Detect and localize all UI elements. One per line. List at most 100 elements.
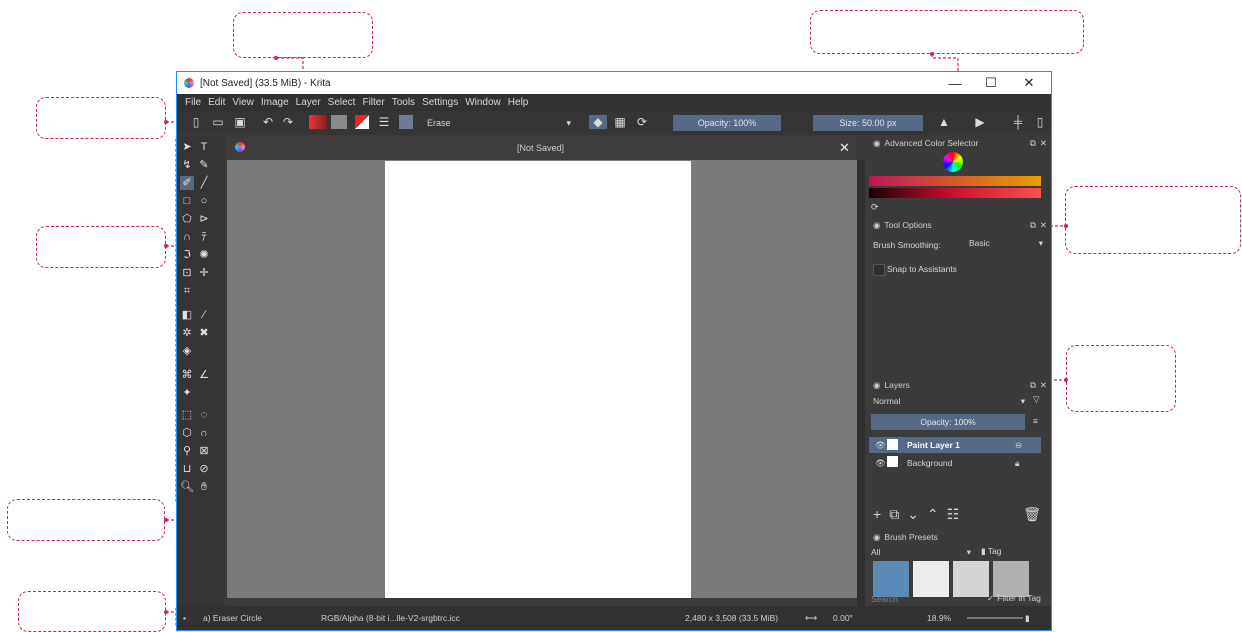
float-docker-icon[interactable]: ⧉ bbox=[1030, 138, 1036, 149]
eraser-toggle-icon[interactable]: ◆ bbox=[589, 115, 607, 129]
blend-mode-select[interactable]: Erase ▾ bbox=[427, 115, 575, 131]
visibility-eye-icon[interactable]: 👁︎ bbox=[875, 440, 886, 451]
zoom-tool-icon[interactable]: 🔍︎ bbox=[180, 480, 194, 494]
brush-settings-icon[interactable]: ☰ bbox=[377, 115, 391, 129]
fill-tool-icon[interactable]: ◈ bbox=[180, 344, 194, 358]
menu-window[interactable]: Window bbox=[465, 97, 501, 108]
smart-patch-icon[interactable]: ✲ bbox=[180, 326, 194, 340]
pan-tool-icon[interactable]: ✋︎ bbox=[197, 480, 211, 494]
dynamic-brush-icon[interactable]: ℑ bbox=[180, 248, 194, 262]
float-docker-icon[interactable]: ⧉ bbox=[1030, 380, 1036, 391]
menu-image[interactable]: Image bbox=[261, 97, 289, 108]
preset-brush-thumb[interactable] bbox=[913, 561, 949, 597]
menu-view[interactable]: View bbox=[232, 97, 254, 108]
ellipse-select-icon[interactable]: ◌ bbox=[197, 408, 211, 422]
reload-preset-icon[interactable]: ⟳ bbox=[635, 115, 649, 129]
snap-checkbox[interactable] bbox=[873, 264, 885, 276]
multibrush-icon[interactable]: ✺ bbox=[197, 248, 211, 262]
layer-filter-icon[interactable]: ▽ bbox=[1033, 394, 1040, 405]
minimize-button[interactable]: — bbox=[937, 72, 973, 94]
image-dimensions-status[interactable]: 2,480 x 3,508 (33.5 MiB) bbox=[685, 613, 778, 623]
menu-select[interactable]: Select bbox=[328, 97, 356, 108]
move-up-icon[interactable]: ⌃ bbox=[927, 506, 939, 523]
color-space-status[interactable]: RGB/Alpha (8-bit i...lle-V2-srgbtrc.icc bbox=[321, 613, 460, 623]
alpha-lock-icon[interactable]: ▦ bbox=[613, 115, 627, 129]
delete-layer-icon[interactable]: 🗑︎ bbox=[1023, 506, 1041, 523]
undo-icon[interactable]: ↶ bbox=[261, 115, 275, 129]
zoom-slider[interactable] bbox=[967, 617, 1023, 619]
close-docker-icon[interactable]: ✕ bbox=[1040, 380, 1047, 391]
rotation-icon[interactable]: ⟷ bbox=[805, 613, 817, 624]
duplicate-layer-icon[interactable]: ⧉ bbox=[889, 506, 899, 523]
layer-name[interactable]: Background bbox=[907, 458, 952, 468]
open-folder-icon[interactable]: ▭ bbox=[211, 115, 225, 129]
close-docker-icon[interactable]: ✕ bbox=[1040, 220, 1047, 231]
filter-in-tag-checkbox[interactable]: ✓ Filter in Tag bbox=[987, 593, 1041, 604]
polygon-tool-icon[interactable]: ⬠ bbox=[180, 212, 194, 226]
layer-options-icon[interactable]: ≡ bbox=[1033, 416, 1038, 426]
preset-brush-thumb[interactable] bbox=[873, 561, 909, 597]
ellipse-tool-icon[interactable]: ○ bbox=[197, 194, 211, 208]
menu-file[interactable]: File bbox=[185, 97, 201, 108]
redo-icon[interactable]: ↷ bbox=[281, 115, 295, 129]
gradient-tool-icon[interactable]: ◧ bbox=[180, 308, 194, 322]
polyline-tool-icon[interactable]: ⊳ bbox=[197, 212, 211, 226]
canvas-paper[interactable] bbox=[385, 161, 691, 598]
close-window-button[interactable]: ✕ bbox=[1011, 72, 1047, 94]
rect-select-icon[interactable]: ⬚ bbox=[180, 408, 194, 422]
assistant-tool-icon[interactable]: ⌘ bbox=[180, 368, 194, 382]
text-tool-icon[interactable]: T bbox=[197, 140, 211, 154]
calligraphy-icon[interactable]: ✎ bbox=[197, 158, 211, 172]
layer-opacity-slider[interactable]: Opacity: 100% bbox=[871, 414, 1025, 430]
freehand-path-icon[interactable]: ﾃ bbox=[197, 230, 211, 244]
color-wheel-icon[interactable] bbox=[943, 152, 963, 172]
reference-tool-icon[interactable]: ✦ bbox=[180, 386, 194, 400]
menu-filter[interactable]: Filter bbox=[362, 97, 384, 108]
move-tool-icon[interactable]: ✛ bbox=[197, 266, 211, 280]
preset-search-input[interactable]: Search bbox=[871, 594, 981, 604]
polygon-select-icon[interactable]: ⬡ bbox=[180, 426, 194, 440]
fg-bg-color-icon[interactable] bbox=[355, 115, 369, 129]
menu-settings[interactable]: Settings bbox=[422, 97, 458, 108]
maximize-button[interactable]: ☐ bbox=[973, 72, 1009, 94]
visibility-eye-icon[interactable]: 👁︎ bbox=[875, 458, 886, 469]
edit-shapes-icon[interactable]: ↯ bbox=[180, 158, 194, 172]
zoom-slider-handle[interactable]: ▮ bbox=[1025, 613, 1030, 624]
layer-properties-icon[interactable]: ☷ bbox=[947, 506, 960, 523]
document-tab[interactable]: [Not Saved] ✕ bbox=[227, 136, 857, 160]
brush-preset-icon[interactable] bbox=[399, 115, 413, 129]
save-icon[interactable]: ▣ bbox=[233, 115, 247, 129]
magnetic-select-icon[interactable]: ⊘ bbox=[197, 462, 211, 476]
close-document-icon[interactable]: ✕ bbox=[839, 140, 850, 156]
rectangle-tool-icon[interactable]: □ bbox=[180, 194, 194, 208]
vertical-scrollbar[interactable] bbox=[857, 160, 865, 606]
tag-button[interactable]: ▮ Tag bbox=[981, 546, 1001, 557]
select-shapes-icon[interactable]: ➤ bbox=[180, 140, 194, 154]
preset-filter-select[interactable]: All ▾ bbox=[871, 546, 971, 558]
bezier-select-icon[interactable]: ⊔ bbox=[180, 462, 194, 476]
contiguous-select-icon[interactable]: ⚲ bbox=[180, 444, 194, 458]
horizontal-scrollbar[interactable] bbox=[227, 598, 857, 606]
preset-brush-thumb[interactable] bbox=[993, 561, 1029, 597]
rotation-value[interactable]: 0.00° bbox=[833, 613, 853, 623]
size-slider[interactable]: Size: 50.00 px bbox=[813, 115, 923, 131]
lock-icon[interactable]: 🔒︎ bbox=[1015, 458, 1020, 469]
menu-tools[interactable]: Tools bbox=[392, 97, 415, 108]
menu-edit[interactable]: Edit bbox=[208, 97, 225, 108]
line-tool-icon[interactable]: ╱ bbox=[197, 176, 211, 190]
similar-select-icon[interactable]: ⊠ bbox=[197, 444, 211, 458]
color-picker-icon[interactable]: ⁄ bbox=[197, 308, 211, 322]
color-gradient-bar-2[interactable] bbox=[869, 188, 1041, 198]
lock-icon[interactable]: ⊖ bbox=[1015, 440, 1022, 451]
refresh-icon[interactable]: ⟳ bbox=[871, 202, 879, 213]
layer-name[interactable]: Paint Layer 1 bbox=[907, 440, 960, 450]
brush-smoothing-select[interactable]: Basic ▾ bbox=[965, 236, 1043, 250]
crop-tool-icon[interactable]: ⌗ bbox=[180, 284, 194, 298]
transform-tool-icon[interactable]: ⊡ bbox=[180, 266, 194, 280]
preset-brush-thumb[interactable] bbox=[953, 561, 989, 597]
layer-blend-mode-select[interactable]: Normal ▾ bbox=[871, 394, 1025, 408]
canvas-area[interactable]: [Not Saved] ✕ bbox=[227, 136, 857, 606]
menu-help[interactable]: Help bbox=[508, 97, 529, 108]
pattern-swatch-icon[interactable] bbox=[331, 115, 347, 129]
close-docker-icon[interactable]: ✕ bbox=[1040, 138, 1047, 149]
